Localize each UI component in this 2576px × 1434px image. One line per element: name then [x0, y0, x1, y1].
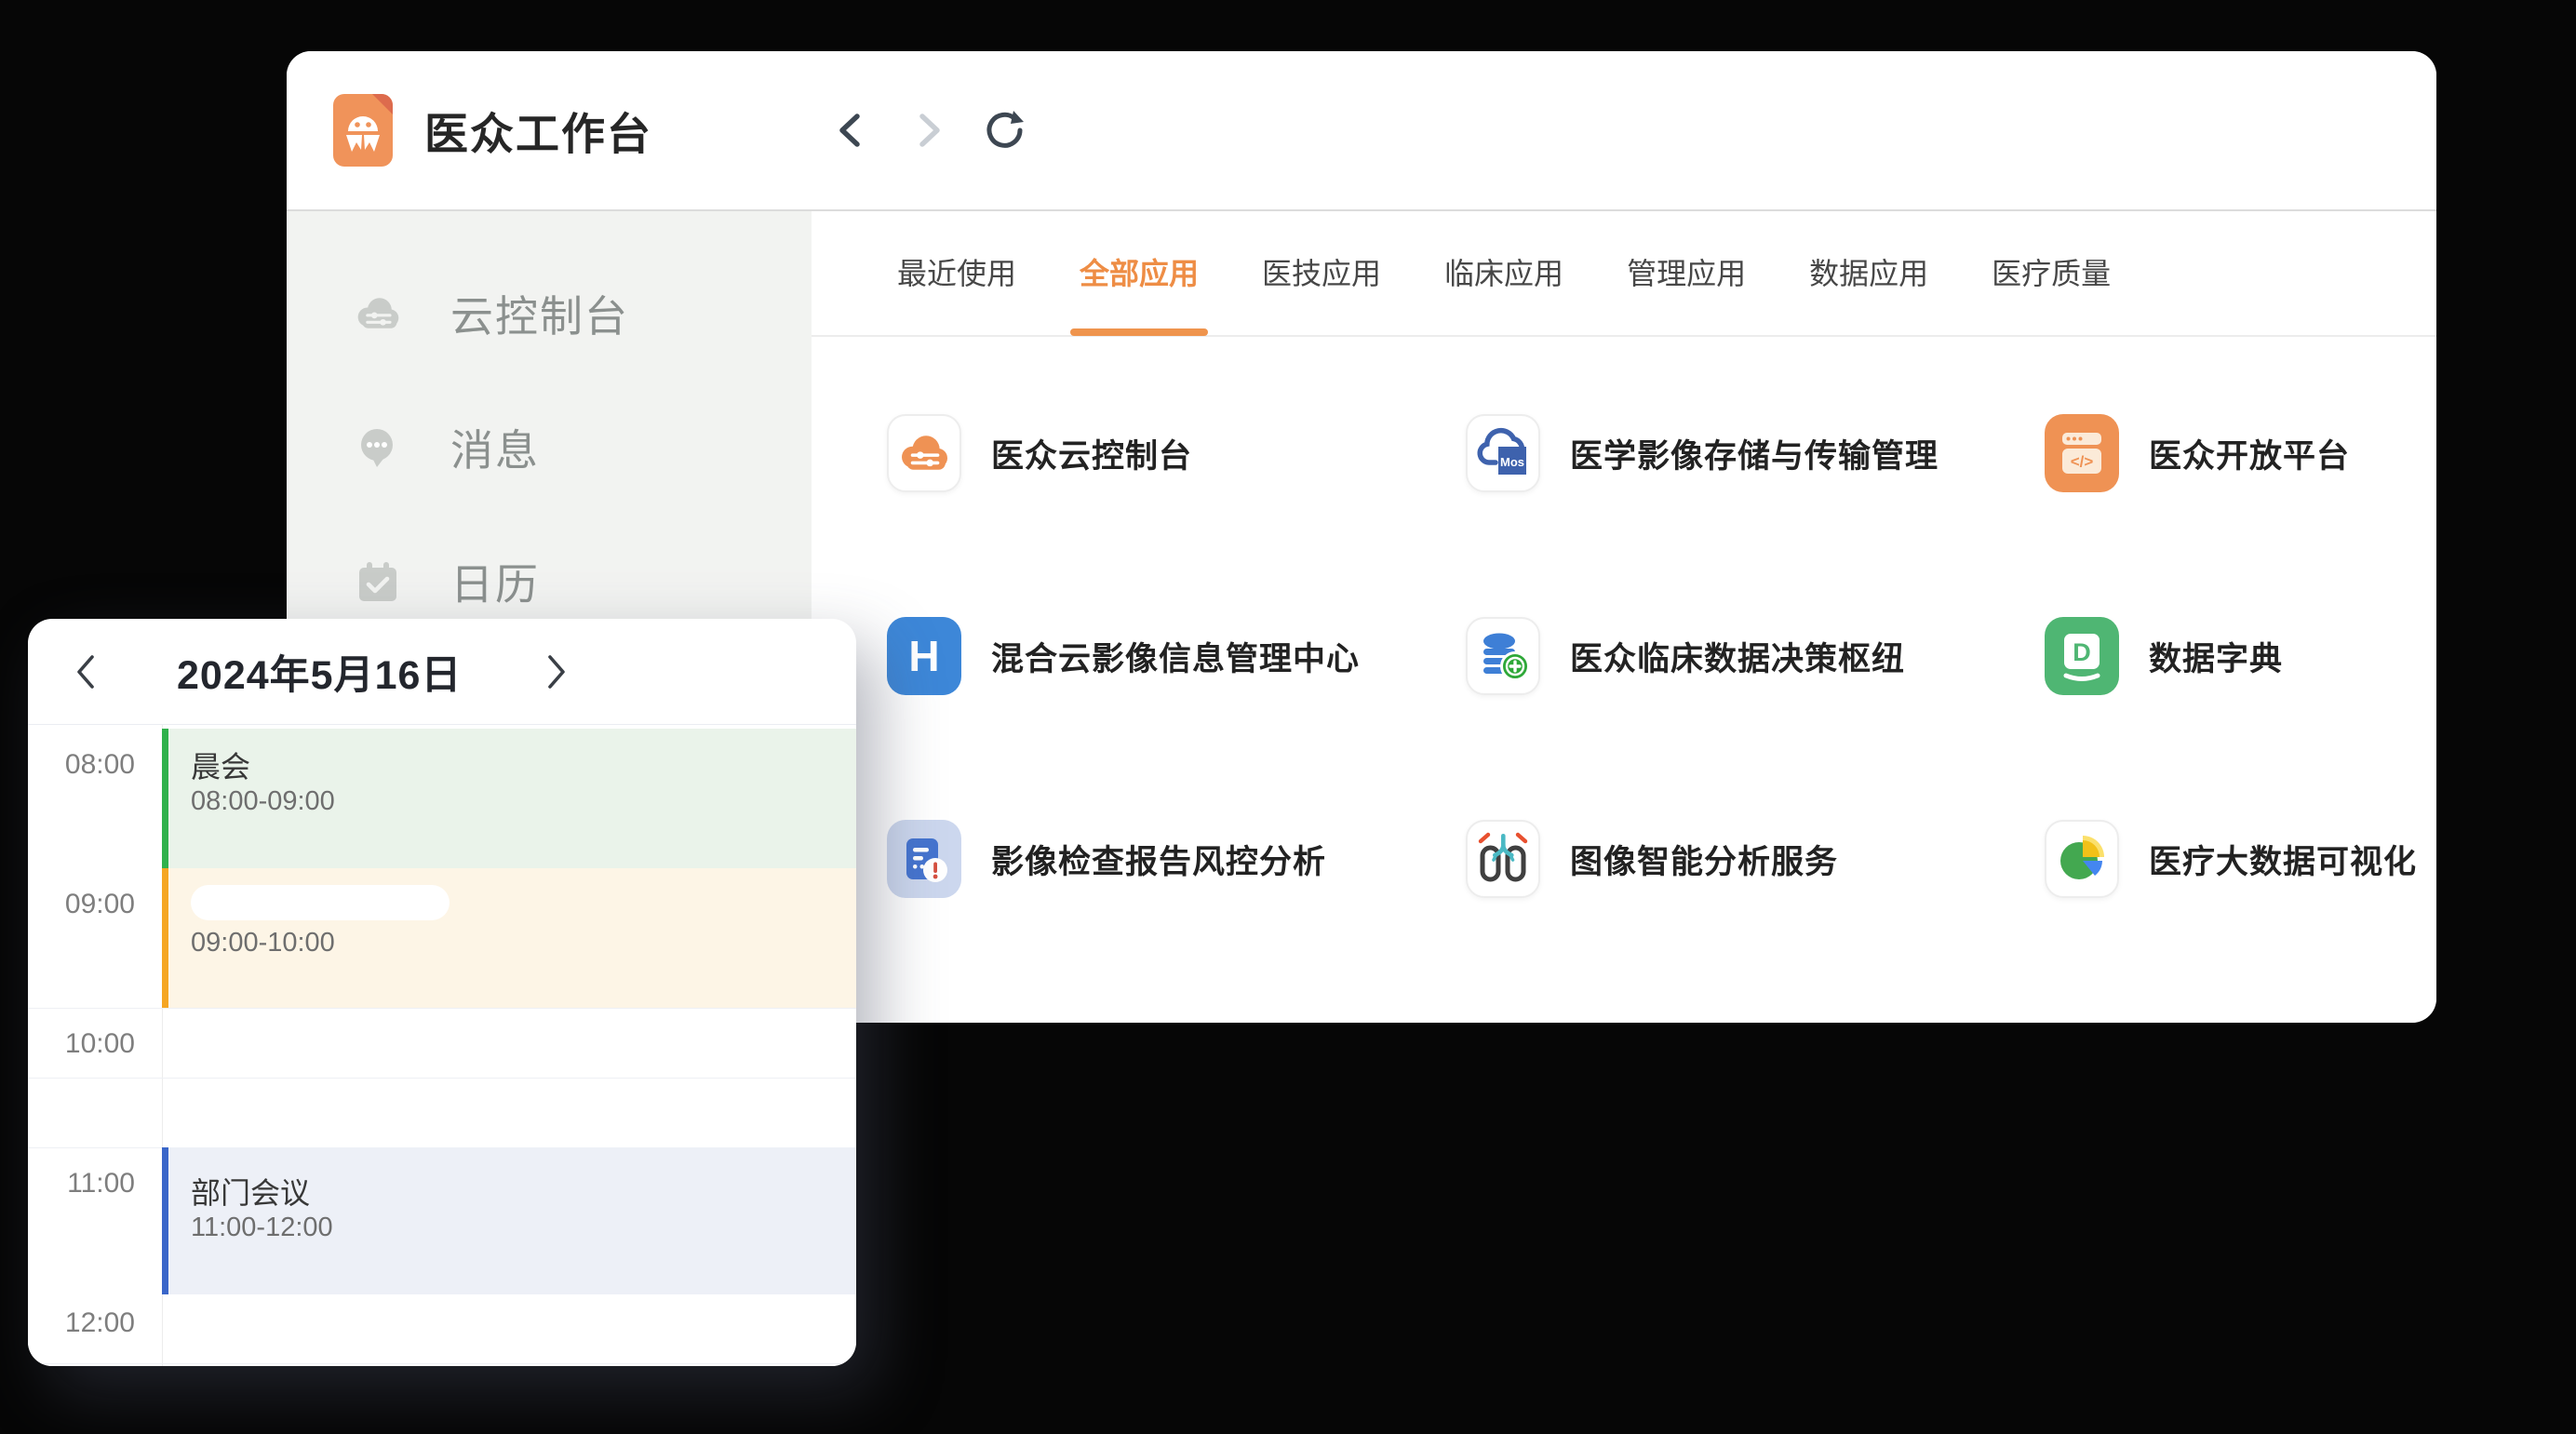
screenshot-canvas: 医众工作台: [0, 0, 2576, 1434]
cloud-console-icon: [896, 430, 952, 476]
app-report-risk-analysis[interactable]: 影像检查报告风控分析: [887, 820, 1466, 898]
app-grid: 医众云控制台 Mos 医学影像存储与传输管理: [887, 414, 2436, 1023]
sidebar-item-label: 消息: [450, 417, 540, 478]
app-category-tabs: 最近使用 全部应用 医技应用 临床应用 管理应用 数据应用 医疗质量: [812, 211, 2436, 337]
time-label: 10:00: [28, 1027, 135, 1061]
sidebar-item-label: 日历: [450, 551, 540, 612]
big-data-pie-icon: [2053, 830, 2111, 888]
app-clinical-data-hub[interactable]: 医众临床数据决策枢纽: [1466, 617, 2045, 695]
lungs-ai-icon: [1473, 829, 1533, 889]
event-time: 09:00-10:00: [191, 928, 856, 958]
back-button[interactable]: [830, 109, 873, 152]
app-label: 医众开放平台: [2149, 430, 2350, 477]
time-label: 08:00: [28, 748, 135, 782]
chevron-left-icon: [74, 652, 98, 691]
window-header: 医众工作台: [287, 51, 2436, 211]
clinical-data-hub-icon: [1474, 627, 1532, 685]
sidebar-item-cloud-console[interactable]: 云控制台: [354, 289, 812, 338]
event-title: 部门会议: [191, 1175, 856, 1211]
refresh-button[interactable]: [983, 109, 1026, 152]
tab-recently-used[interactable]: 最近使用: [897, 253, 1016, 294]
chevron-left-icon: [831, 110, 872, 151]
svg-text:</>: </>: [2071, 453, 2094, 471]
sidebar-item-calendar[interactable]: 日历: [354, 557, 812, 606]
app-label: 医众临床数据决策枢纽: [1570, 633, 1905, 680]
chevron-right-icon: [907, 110, 948, 151]
app-image-ai-analysis[interactable]: 图像智能分析服务: [1466, 820, 2045, 898]
tab-clinical-apps[interactable]: 临床应用: [1444, 253, 1563, 294]
mos-cloud-icon: Mos: [1473, 423, 1533, 483]
app-open-platform[interactable]: </> 医众开放平台: [2045, 414, 2436, 492]
app-cloud-console[interactable]: 医众云控制台: [887, 414, 1466, 492]
app-title: 医众工作台: [424, 99, 652, 163]
calendar-date-title: 2024年5月16日: [177, 643, 462, 701]
app-label: 医众云控制台: [991, 430, 1192, 477]
tab-data-apps[interactable]: 数据应用: [1809, 253, 1928, 294]
app-medical-image-storage[interactable]: Mos 医学影像存储与传输管理: [1466, 414, 2045, 492]
time-label: 12:00: [28, 1307, 135, 1340]
app-logo-mascot-icon: [333, 94, 393, 167]
app-label: 医疗大数据可视化: [2149, 836, 2417, 883]
calendar-event-morning-meeting[interactable]: 晨会 08:00-09:00: [162, 729, 856, 868]
grid-line: [28, 1363, 856, 1364]
time-label: 09:00: [28, 888, 135, 921]
chevron-right-icon: [544, 652, 569, 691]
forward-button[interactable]: [906, 109, 949, 152]
event-time: 08:00-09:00: [191, 786, 856, 817]
calendar-day-grid: 08:00 09:00 10:00 11:00 12:00 晨会 08:00-0…: [28, 725, 856, 1366]
cloud-console-icon: [354, 289, 402, 338]
app-hybrid-cloud-imaging[interactable]: H 混合云影像信息管理中心: [887, 617, 1466, 695]
message-bubble-icon: [354, 423, 402, 472]
svg-text:Mos: Mos: [1500, 455, 1524, 469]
calendar-event-redacted[interactable]: 09:00-10:00: [162, 868, 856, 1008]
calendar-header: 2024年5月16日: [28, 619, 856, 725]
time-label: 11:00: [28, 1167, 135, 1200]
tab-medtech-apps[interactable]: 医技应用: [1262, 253, 1381, 294]
calendar-prev-button[interactable]: [67, 650, 104, 694]
refresh-icon: [983, 109, 1026, 152]
sidebar-item-label: 云控制台: [450, 283, 629, 344]
tab-management-apps[interactable]: 管理应用: [1627, 253, 1746, 294]
app-label: 影像检查报告风控分析: [991, 836, 1326, 883]
app-label: 数据字典: [2149, 633, 2283, 680]
open-platform-icon: </>: [2052, 423, 2112, 483]
event-time: 11:00-12:00: [191, 1213, 856, 1243]
calendar-event-department-meeting[interactable]: 部门会议 11:00-12:00: [162, 1147, 856, 1294]
sidebar-item-messages[interactable]: 消息: [354, 423, 812, 472]
event-title: 晨会: [191, 749, 856, 784]
svg-text:D: D: [2073, 638, 2091, 666]
window-nav: [830, 51, 1026, 209]
event-title-redacted-pill: [191, 885, 449, 920]
content-area: 最近使用 全部应用 医技应用 临床应用 管理应用 数据应用 医疗质量: [812, 211, 2436, 1023]
tab-all-apps[interactable]: 全部应用: [1080, 253, 1199, 294]
calendar-next-button[interactable]: [538, 650, 575, 694]
calendar-check-icon: [354, 557, 402, 606]
calendar-panel: 2024年5月16日 08:00 09:00 10:00 11:00 12:00…: [28, 619, 856, 1366]
report-risk-icon: [895, 830, 953, 888]
tab-medical-quality[interactable]: 医疗质量: [1992, 253, 2111, 294]
app-label: 医学影像存储与传输管理: [1570, 430, 1939, 477]
hybrid-cloud-icon: H: [908, 631, 939, 681]
app-label: 图像智能分析服务: [1570, 836, 1838, 883]
data-dictionary-icon: D: [2052, 626, 2112, 686]
app-data-dictionary[interactable]: D 数据字典: [2045, 617, 2436, 695]
app-label: 混合云影像信息管理中心: [991, 633, 1360, 680]
grid-line: [28, 1008, 856, 1009]
grid-line: [28, 1078, 856, 1079]
app-big-data-visualization[interactable]: 医疗大数据可视化: [2045, 820, 2436, 898]
